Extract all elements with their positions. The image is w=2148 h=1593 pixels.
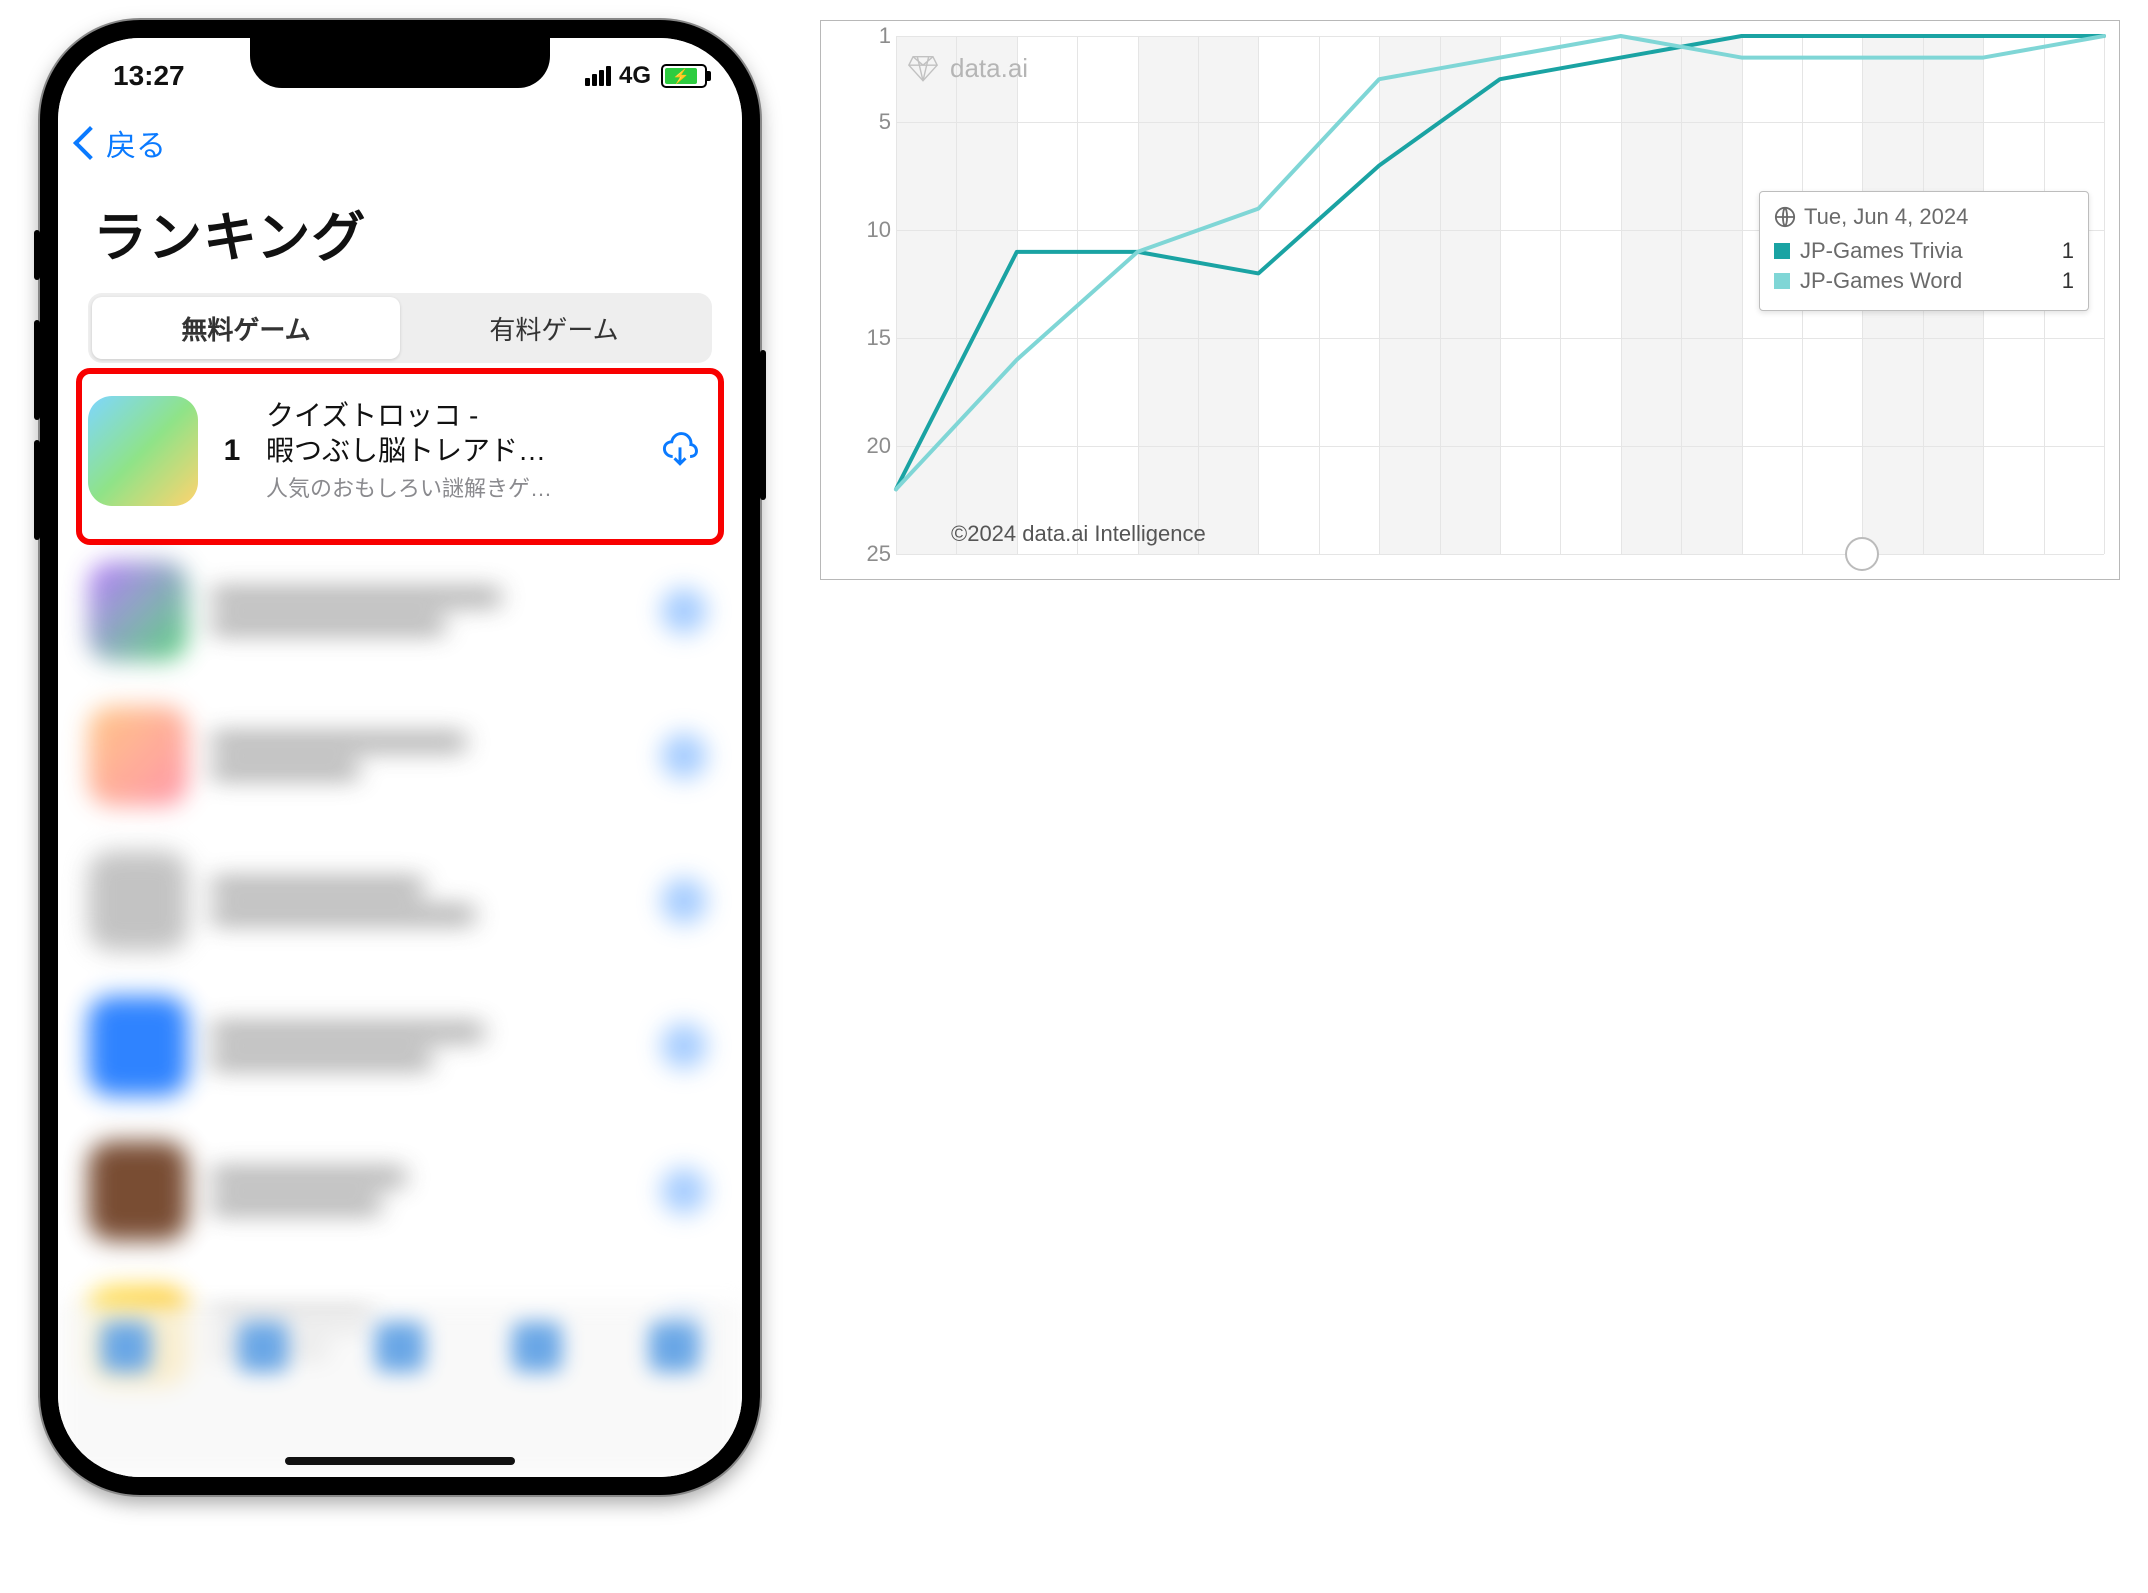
tooltip-date: Tue, Jun 4, 2024 [1804,204,1968,230]
segmented-control: 無料ゲーム 有料ゲーム [88,293,712,363]
tab-free-label: 無料ゲーム [181,310,310,347]
app-title-line2: 暇つぶし脳トレアド… [266,433,633,468]
globe-icon [1774,206,1796,228]
y-tick: 25 [851,541,891,567]
tab-paid-games[interactable]: 有料ゲーム [400,297,708,359]
signal-icon [585,66,611,86]
chart-tooltip: Tue, Jun 4, 2024 JP-Games Trivia 1 JP-Ga… [1759,191,2089,311]
app-icon [88,396,198,506]
volume-down-button [34,440,40,540]
y-tick: 10 [851,217,891,243]
power-button [760,350,766,500]
network-label: 4G [619,62,651,90]
tab-bar [58,1305,742,1477]
cloud-download-icon [658,429,702,473]
battery-icon: ⚡ [661,64,707,88]
diamond-icon [906,51,940,85]
tooltip-value-1: 1 [2062,268,2074,294]
swatch-word [1774,273,1790,289]
iphone-mockup: 13:27 4G ⚡ 戻る ランキング 無料ゲーム 有 [40,20,760,1530]
status-time: 13:27 [113,60,185,92]
y-tick: 20 [851,433,891,459]
app-store-ranking-screen: 13:27 4G ⚡ 戻る ランキング 無料ゲーム 有 [58,38,742,1477]
chart-credit: ©2024 data.ai Intelligence [951,521,1206,547]
hover-marker [1845,537,1879,571]
tab-paid-label: 有料ゲーム [489,310,618,347]
rank-history-chart: 1510152025 data.ai ©2024 data.ai Intelli… [820,20,2120,580]
volume-up-button [34,320,40,420]
download-button[interactable] [653,424,707,478]
mute-switch [34,230,40,280]
y-tick: 1 [851,23,891,49]
page-title: ランキング [93,193,366,272]
brand-watermark: data.ai [906,51,1028,85]
back-label: 戻る [106,121,166,165]
tooltip-series-1: JP-Games Word [1800,268,1962,294]
app-subtitle: 人気のおもしろい謎解きゲ… [266,471,633,503]
home-indicator [285,1457,515,1465]
back-button[interactable]: 戻る [78,121,166,165]
y-tick: 15 [851,325,891,351]
swatch-trivia [1774,243,1790,259]
notch [250,38,550,88]
ranking-list[interactable]: 1 クイズトロッコ - 暇つぶし脳トレアド… 人気のおもしろい謎解きゲ… [58,368,742,1477]
list-item[interactable]: 1 クイズトロッコ - 暇つぶし脳トレアド… 人気のおもしろい謎解きゲ… [58,368,742,533]
tooltip-value-0: 1 [2062,238,2074,264]
brand-label: data.ai [950,53,1028,84]
y-tick: 5 [851,109,891,135]
app-rank: 1 [218,434,246,468]
tab-free-games[interactable]: 無料ゲーム [92,297,400,359]
chevron-left-icon [73,126,107,160]
tooltip-series-0: JP-Games Trivia [1800,238,1963,264]
app-title-line1: クイズトロッコ - [266,398,633,433]
